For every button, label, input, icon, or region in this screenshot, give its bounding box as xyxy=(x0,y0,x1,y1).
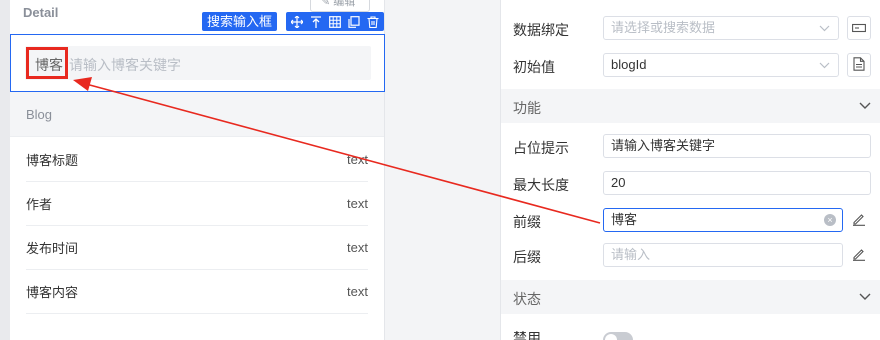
data-binding-placeholder: 请选择或搜索数据 xyxy=(611,20,716,35)
status-group-title: 状态 xyxy=(513,291,541,307)
field-row[interactable]: 发布时间 text xyxy=(26,226,368,270)
component-toolbar xyxy=(286,12,384,31)
prefix-label: 前缀 xyxy=(513,214,541,230)
field-row[interactable]: 博客标题 text xyxy=(26,138,368,182)
placeholder-input[interactable]: 请输入博客关键字 xyxy=(603,134,871,158)
search-placeholder: 请输入博客关键字 xyxy=(69,57,181,73)
edit-button[interactable]: ✎ 编辑 xyxy=(310,0,370,12)
field-type: text xyxy=(347,152,368,167)
copy-icon[interactable] xyxy=(346,14,362,30)
initial-value-formula-button[interactable] xyxy=(847,53,871,77)
field-row[interactable]: 博客内容 text xyxy=(26,270,368,314)
disabled-toggle[interactable] xyxy=(603,332,633,340)
suffix-edit-button[interactable] xyxy=(847,243,871,267)
property-panel: 数据绑定 请选择或搜索数据 初始值 blogId 功能 占位提示 请输入博客关键… xyxy=(500,0,880,340)
grid-icon[interactable] xyxy=(327,14,343,30)
search-input[interactable]: 博客 请输入博客关键字 xyxy=(25,46,371,80)
prefix-edit-button[interactable] xyxy=(847,208,871,232)
placeholder-label: 占位提示 xyxy=(513,140,569,156)
chevron-down-icon xyxy=(859,98,871,115)
initial-value-label: 初始值 xyxy=(513,59,555,75)
prefix-value: 博客 xyxy=(611,212,638,227)
blog-section-title: Blog xyxy=(26,107,53,122)
placeholder-value: 请输入博客关键字 xyxy=(611,138,716,153)
design-canvas: Detail ✎ 编辑 博客 请输入博客关键字 搜索输入框 Blog 博客标题 … xyxy=(0,0,500,340)
data-binding-label: 数据绑定 xyxy=(513,22,569,38)
initial-value-select[interactable]: blogId xyxy=(603,53,839,77)
delete-icon[interactable] xyxy=(365,14,381,30)
field-name: 作者 xyxy=(26,197,53,212)
disabled-label: 禁用 xyxy=(513,330,541,340)
suffix-input[interactable]: 请输入 xyxy=(603,243,843,267)
canvas-right-gutter xyxy=(384,0,500,340)
insert-above-icon[interactable] xyxy=(308,14,324,30)
pencil-icon xyxy=(852,247,866,264)
move-icon[interactable] xyxy=(289,14,305,30)
field-name: 发布时间 xyxy=(26,241,79,256)
function-group-title: 功能 xyxy=(513,100,541,116)
field-type: text xyxy=(347,240,368,255)
status-group-header[interactable]: 状态 xyxy=(501,280,880,314)
document-icon xyxy=(853,56,865,74)
blog-section-header: Blog xyxy=(10,92,384,137)
data-binding-select[interactable]: 请选择或搜索数据 xyxy=(603,16,839,40)
chevron-down-icon xyxy=(859,289,871,306)
component-name-tag: 搜索输入框 xyxy=(202,12,278,31)
canvas-left-gutter xyxy=(0,0,10,340)
max-length-value: 20 xyxy=(611,175,626,190)
function-group-header[interactable]: 功能 xyxy=(501,89,880,123)
prefix-input[interactable]: 博客 × xyxy=(603,208,843,232)
field-name: 博客标题 xyxy=(26,153,79,168)
suffix-label: 后缀 xyxy=(513,249,541,265)
field-name: 博客内容 xyxy=(26,285,79,300)
chevron-down-icon xyxy=(819,17,830,46)
binding-variable-button[interactable] xyxy=(847,16,871,40)
field-type: text xyxy=(347,196,368,211)
input-box-icon xyxy=(852,21,866,36)
pencil-icon xyxy=(852,212,866,229)
initial-value-text: blogId xyxy=(611,57,647,72)
clear-icon[interactable]: × xyxy=(824,214,836,226)
chevron-down-icon xyxy=(819,54,830,83)
prefix-highlight-box xyxy=(26,47,68,79)
detail-title: Detail xyxy=(23,5,59,20)
max-length-input[interactable]: 20 xyxy=(603,171,871,195)
field-type: text xyxy=(347,284,368,299)
field-row[interactable]: 作者 text xyxy=(26,182,368,226)
max-length-label: 最大长度 xyxy=(513,177,569,193)
suffix-placeholder: 请输入 xyxy=(611,247,651,262)
